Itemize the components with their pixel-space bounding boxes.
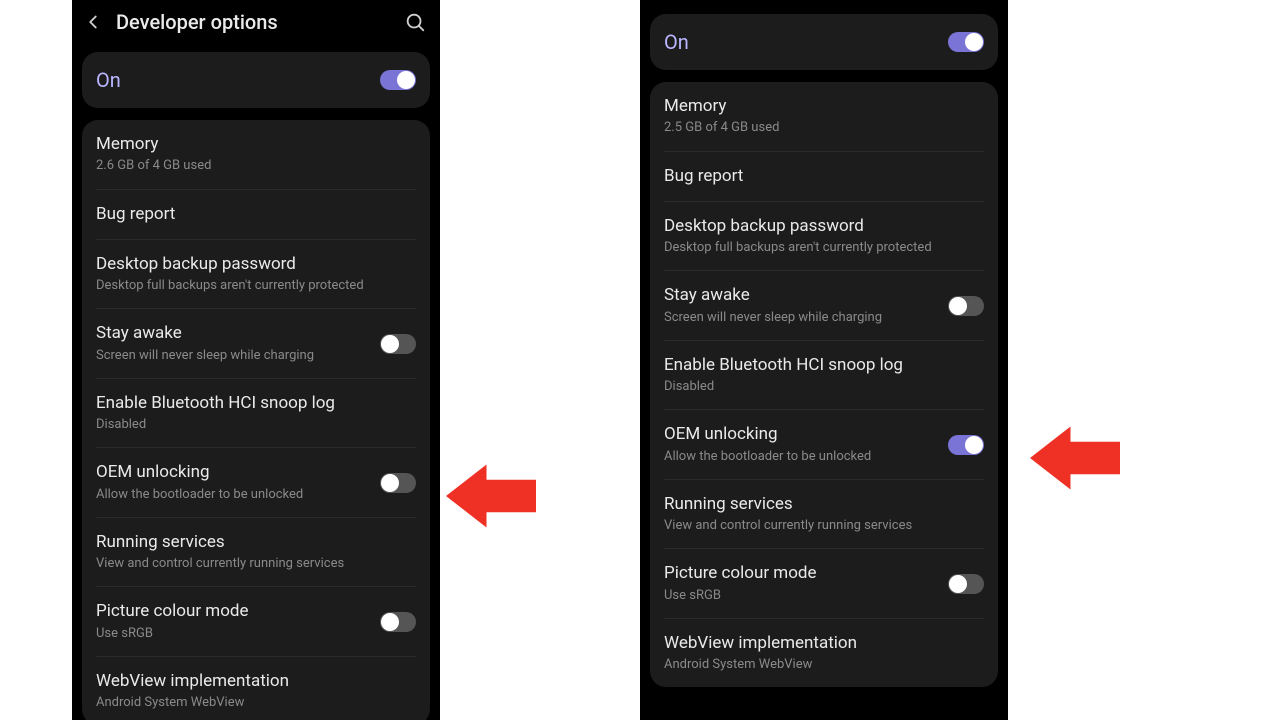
- toggle-oem-unlocking[interactable]: [380, 473, 416, 493]
- item-subtitle: Desktop full backups aren't currently pr…: [96, 278, 416, 294]
- master-toggle-card[interactable]: On: [82, 52, 430, 108]
- item-texts: Memory 2.6 GB of 4 GB used: [96, 134, 416, 175]
- back-icon[interactable]: [82, 11, 104, 33]
- item-title: WebView implementation: [96, 671, 416, 692]
- setting-item-oem-unlocking[interactable]: OEM unlocking Allow the bootloader to be …: [664, 410, 984, 480]
- setting-item-running-services[interactable]: Running services View and control current…: [664, 480, 984, 550]
- setting-item-oem-unlocking[interactable]: OEM unlocking Allow the bootloader to be …: [96, 448, 416, 518]
- annotation-arrow-left: [446, 460, 536, 532]
- page-title: Developer options: [116, 10, 392, 34]
- item-texts: OEM unlocking Allow the bootloader to be …: [664, 424, 938, 465]
- setting-item-memory[interactable]: Memory 2.6 GB of 4 GB used: [96, 120, 416, 190]
- item-subtitle: 2.6 GB of 4 GB used: [96, 158, 416, 174]
- item-texts: Running services View and control current…: [664, 494, 984, 535]
- item-title: Stay awake: [96, 323, 370, 344]
- item-texts: Memory 2.5 GB of 4 GB used: [664, 96, 984, 137]
- toggle-picture-colour-mode[interactable]: [948, 574, 984, 594]
- phone-screenshot-left: Developer options On Memory 2.6 GB of 4 G…: [72, 0, 440, 720]
- item-title: Memory: [664, 96, 984, 117]
- item-subtitle: Allow the bootloader to be unlocked: [96, 487, 370, 503]
- toggle-oem-unlocking[interactable]: [948, 435, 984, 455]
- item-subtitle: Use sRGB: [96, 626, 370, 642]
- item-title: OEM unlocking: [664, 424, 938, 445]
- item-texts: Picture colour mode Use sRGB: [96, 601, 370, 642]
- item-title: WebView implementation: [664, 633, 984, 654]
- item-title: Stay awake: [664, 285, 938, 306]
- setting-item-webview-impl[interactable]: WebView implementation Android System Web…: [664, 619, 984, 688]
- item-title: Memory: [96, 134, 416, 155]
- toggle-stay-awake[interactable]: [380, 334, 416, 354]
- item-title: Running services: [96, 532, 416, 553]
- setting-item-stay-awake[interactable]: Stay awake Screen will never sleep while …: [96, 309, 416, 379]
- item-texts: Desktop backup password Desktop full back…: [664, 216, 984, 257]
- item-title: Picture colour mode: [96, 601, 370, 622]
- item-texts: Picture colour mode Use sRGB: [664, 563, 938, 604]
- item-title: Running services: [664, 494, 984, 515]
- search-icon[interactable]: [404, 11, 426, 33]
- settings-list: Memory 2.6 GB of 4 GB used Bug report Deskt…: [82, 120, 430, 720]
- setting-item-desktop-backup-password[interactable]: Desktop backup password Desktop full back…: [96, 240, 416, 310]
- item-texts: WebView implementation Android System Web…: [96, 671, 416, 712]
- setting-item-bug-report[interactable]: Bug report: [96, 190, 416, 240]
- setting-item-running-services[interactable]: Running services View and control current…: [96, 518, 416, 588]
- item-subtitle: Allow the bootloader to be unlocked: [664, 449, 938, 465]
- item-texts: Enable Bluetooth HCI snoop log Disabled: [664, 355, 984, 396]
- setting-item-stay-awake[interactable]: Stay awake Screen will never sleep while …: [664, 271, 984, 341]
- item-texts: OEM unlocking Allow the bootloader to be …: [96, 462, 370, 503]
- item-subtitle: Use sRGB: [664, 588, 938, 604]
- setting-item-enable-bt-hci-snoop[interactable]: Enable Bluetooth HCI snoop log Disabled: [664, 341, 984, 411]
- item-subtitle: 2.5 GB of 4 GB used: [664, 120, 984, 136]
- titlebar: Developer options: [72, 0, 440, 44]
- item-subtitle: Android System WebView: [664, 657, 984, 673]
- item-subtitle: Disabled: [664, 379, 984, 395]
- toggle-stay-awake[interactable]: [948, 296, 984, 316]
- item-title: OEM unlocking: [96, 462, 370, 483]
- setting-item-desktop-backup-password[interactable]: Desktop backup password Desktop full back…: [664, 202, 984, 272]
- item-subtitle: View and control currently running servi…: [96, 556, 416, 572]
- settings-list: Memory 2.5 GB of 4 GB used Bug report Deskt…: [650, 82, 998, 687]
- item-texts: Bug report: [664, 166, 984, 187]
- item-subtitle: View and control currently running servi…: [664, 518, 984, 534]
- setting-item-enable-bt-hci-snoop[interactable]: Enable Bluetooth HCI snoop log Disabled: [96, 379, 416, 449]
- item-subtitle: Screen will never sleep while charging: [664, 310, 938, 326]
- setting-item-bug-report[interactable]: Bug report: [664, 152, 984, 202]
- item-texts: WebView implementation Android System Web…: [664, 633, 984, 674]
- item-subtitle: Android System WebView: [96, 695, 416, 711]
- item-texts: Stay awake Screen will never sleep while …: [664, 285, 938, 326]
- item-subtitle: Disabled: [96, 417, 416, 433]
- master-toggle-card[interactable]: On: [650, 14, 998, 70]
- setting-item-picture-colour-mode[interactable]: Picture colour mode Use sRGB: [96, 587, 416, 657]
- setting-item-picture-colour-mode[interactable]: Picture colour mode Use sRGB: [664, 549, 984, 619]
- master-toggle[interactable]: [948, 32, 984, 52]
- phone-screenshot-right: On Memory 2.5 GB of 4 GB used Bug report De…: [640, 0, 1008, 720]
- item-title: Bug report: [96, 204, 416, 225]
- master-toggle-label: On: [96, 68, 121, 92]
- item-title: Desktop backup password: [664, 216, 984, 237]
- item-subtitle: Screen will never sleep while charging: [96, 348, 370, 364]
- item-title: Picture colour mode: [664, 563, 938, 584]
- item-texts: Bug report: [96, 204, 416, 225]
- setting-item-memory[interactable]: Memory 2.5 GB of 4 GB used: [664, 82, 984, 152]
- item-title: Bug report: [664, 166, 984, 187]
- item-title: Enable Bluetooth HCI snoop log: [664, 355, 984, 376]
- master-toggle[interactable]: [380, 70, 416, 90]
- toggle-picture-colour-mode[interactable]: [380, 612, 416, 632]
- item-texts: Stay awake Screen will never sleep while …: [96, 323, 370, 364]
- item-texts: Enable Bluetooth HCI snoop log Disabled: [96, 393, 416, 434]
- setting-item-webview-impl[interactable]: WebView implementation Android System Web…: [96, 657, 416, 720]
- annotation-arrow-right: [1030, 422, 1120, 494]
- item-title: Desktop backup password: [96, 254, 416, 275]
- item-subtitle: Desktop full backups aren't currently pr…: [664, 240, 984, 256]
- item-title: Enable Bluetooth HCI snoop log: [96, 393, 416, 414]
- item-texts: Desktop backup password Desktop full back…: [96, 254, 416, 295]
- item-texts: Running services View and control current…: [96, 532, 416, 573]
- master-toggle-label: On: [664, 30, 689, 54]
